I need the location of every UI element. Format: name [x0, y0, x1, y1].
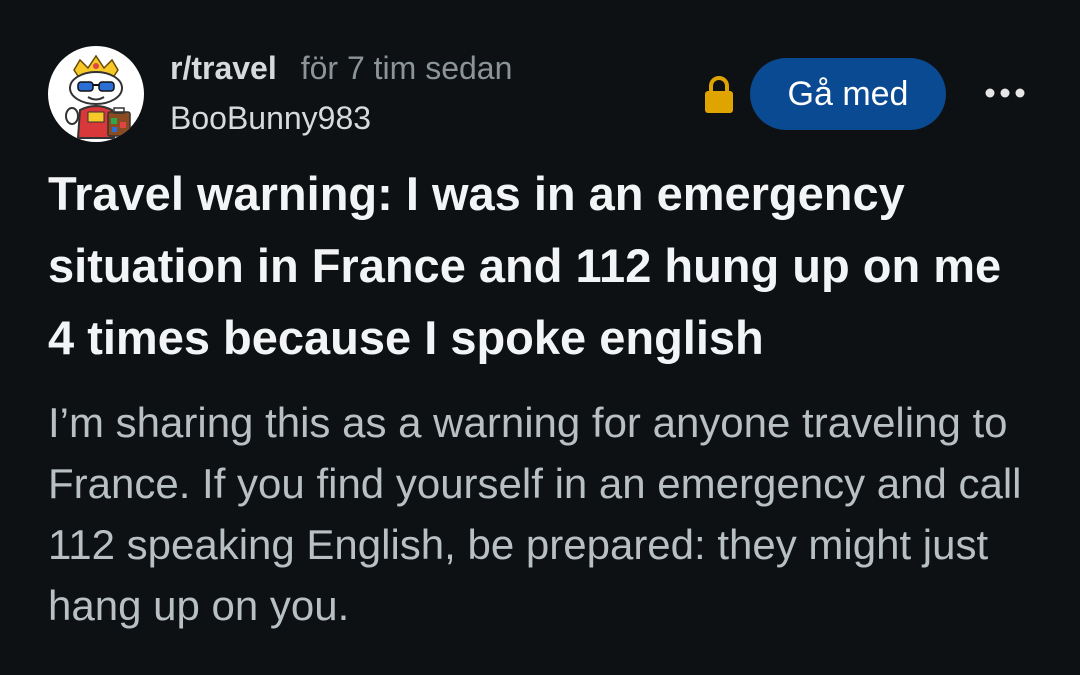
post-time: för 7 tim sedan [300, 50, 513, 86]
join-button[interactable]: Gå med [750, 58, 946, 130]
subreddit-link[interactable]: r/travel [170, 50, 277, 87]
post-title[interactable]: Travel warning: I was in an emergency si… [48, 158, 1038, 374]
post-body: I’m sharing this as a warning for anyone… [48, 399, 1022, 629]
avatar-icon[interactable] [48, 46, 144, 142]
meta-line: r/travel för 7 tim sedan [170, 50, 690, 90]
post-meta: r/travel för 7 tim sedan BooBunny983 [170, 50, 690, 137]
more-options-icon[interactable] [982, 78, 1028, 108]
post-card: r/travel för 7 tim sedan BooBunny983 Gå … [0, 0, 1080, 675]
lock-icon [702, 74, 736, 114]
username-link[interactable]: BooBunny983 [170, 100, 690, 137]
